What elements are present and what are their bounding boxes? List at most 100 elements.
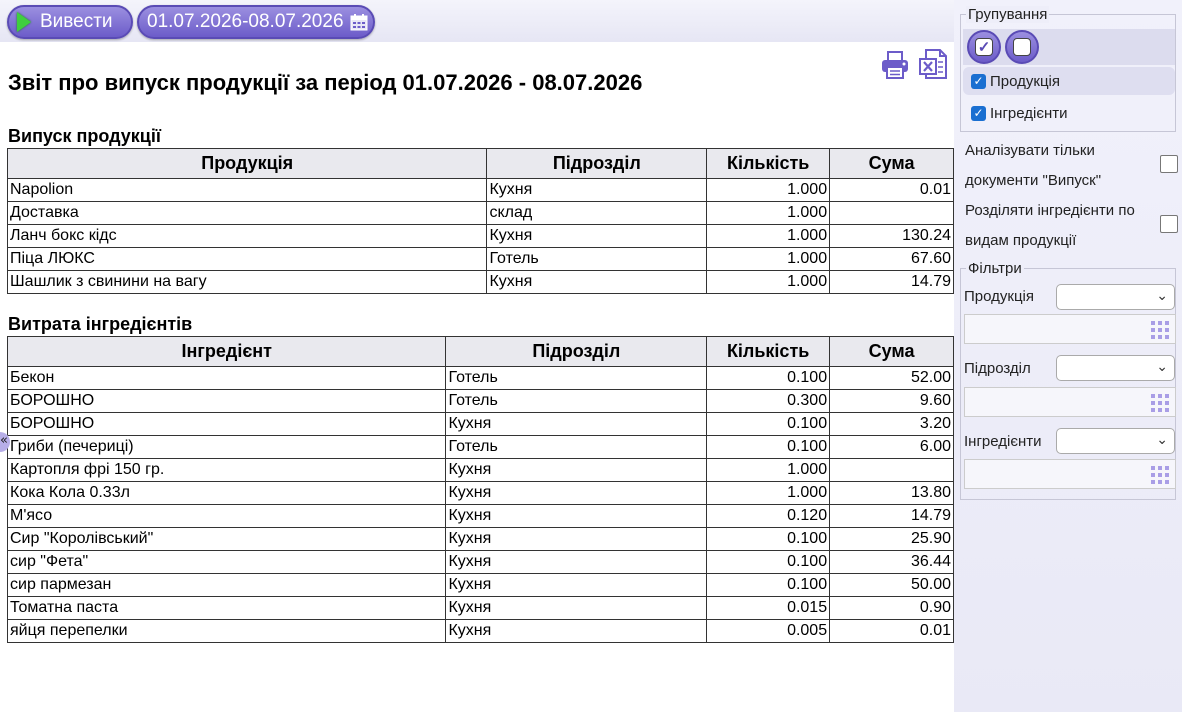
table-cell: 9.60 (829, 389, 954, 413)
product-filter-picker[interactable] (964, 314, 1176, 344)
table-cell: 0.300 (706, 389, 831, 413)
grouping-item-label: Інгредієнти (990, 104, 1068, 122)
table-cell: 25.90 (829, 527, 954, 551)
report-title: Звіт про випуск продукції за період 01.0… (8, 70, 643, 95)
table-row: Піца ЛЮКС Готель 1.000 67.60 (6, 247, 954, 271)
table-cell: БОРОШНО (6, 389, 447, 413)
table-cell: сир "Фета" (6, 550, 447, 574)
filter-department-label: Підрозділ (964, 360, 1031, 377)
table-cell: Кухня (445, 573, 708, 597)
grouping-item-ingredients[interactable]: ✓ Інгредієнти (963, 99, 1175, 127)
grid-icon[interactable] (1151, 394, 1169, 412)
run-button[interactable]: Вивести (7, 5, 133, 39)
product-filter-select[interactable]: ⌄ (1056, 284, 1175, 310)
chevron-down-icon: ⌄ (1156, 432, 1168, 448)
checkbox-checked-icon[interactable]: ✓ (971, 105, 986, 121)
table-row: яйця перепелки Кухня 0.005 0.01 (6, 619, 954, 643)
grouping-item-products[interactable]: ✓ Продукція (963, 67, 1175, 95)
table-row: Шашлик з свинини на вагу Кухня 1.000 14.79 (6, 270, 954, 294)
split-ingredients-label: Розділяти інгредієнти по видам продукції (965, 202, 1135, 249)
table-cell: 67.60 (829, 247, 954, 271)
table-cell: Сир "Королівський" (6, 527, 447, 551)
department-filter-select[interactable]: ⌄ (1056, 355, 1175, 381)
table-cell: 1.000 (706, 247, 831, 271)
table-cell: Кухня (486, 224, 708, 248)
table-cell: 14.79 (829, 504, 954, 528)
column-header: Підрозділ (445, 336, 708, 367)
department-filter-picker[interactable] (964, 387, 1176, 417)
print-icon[interactable] (880, 50, 910, 80)
grouping-item-label: Продукція (990, 72, 1060, 90)
ingredients-section-title: Витрата інгредієнтів (8, 314, 193, 334)
play-icon (17, 12, 31, 32)
table-cell: 0.01 (829, 178, 954, 202)
table-cell: Кухня (445, 596, 708, 620)
excel-export-icon[interactable] (918, 48, 950, 80)
ingredients-filter-picker[interactable] (964, 459, 1176, 489)
column-header: Підрозділ (486, 148, 708, 179)
output-section-title: Випуск продукції (8, 126, 161, 146)
table-cell: 0.90 (829, 596, 954, 620)
column-header: Кількість (706, 148, 831, 179)
table-row: БОРОШНО Готель 0.300 9.60 (6, 389, 954, 413)
filter-ingredients-label: Інгредієнти (964, 433, 1042, 450)
column-header: Інгредієнт (6, 336, 447, 367)
column-header: Сума (829, 148, 954, 179)
grid-icon[interactable] (1151, 466, 1169, 484)
table-cell (829, 201, 954, 225)
table-cell: 6.00 (829, 435, 954, 459)
output-table: Продукція Підрозділ Кількість Сума Napolion… (6, 148, 954, 294)
split-ingredients-checkbox[interactable] (1160, 215, 1178, 233)
grouping-group: Групування ✓ ✓ Продукція ✓ Інгредієнти (960, 6, 1176, 132)
table-cell: Готель (445, 366, 708, 390)
table-row: Сир "Королівський" Кухня 0.100 25.90 (6, 527, 954, 551)
table-cell: БОРОШНО (6, 412, 447, 436)
only-output-docs-checkbox[interactable] (1160, 155, 1178, 173)
grid-icon[interactable] (1151, 321, 1169, 339)
table-cell: Картопля фрі 150 гр. (6, 458, 447, 482)
table-cell: 0.100 (706, 412, 831, 436)
table-cell: Шашлик з свинини на вагу (6, 270, 488, 294)
checkbox-checked-icon[interactable]: ✓ (971, 73, 986, 89)
table-cell: М'ясо (6, 504, 447, 528)
table-row: Кока Кола 0.33л Кухня 1.000 13.80 (6, 481, 954, 505)
ingredients-filter-select[interactable]: ⌄ (1056, 428, 1175, 454)
table-row: БОРОШНО Кухня 0.100 3.20 (6, 412, 954, 436)
table-cell: 1.000 (706, 178, 831, 202)
ingredients-table: Інгредієнт Підрозділ Кількість Сума Бекон Го… (6, 336, 954, 643)
table-row: Napolion Кухня 1.000 0.01 (6, 178, 954, 202)
report-area: Звіт про випуск продукції за період 01.0… (0, 42, 954, 712)
run-button-label: Вивести (40, 11, 113, 32)
table-row: Доставка склад 1.000 (6, 201, 954, 225)
table-cell: 0.005 (706, 619, 831, 643)
table-row: Картопля фрі 150 гр. Кухня 1.000 (6, 458, 954, 482)
deselect-all-button[interactable] (1005, 30, 1039, 64)
empty-box-icon (1013, 38, 1031, 56)
table-cell: 0.015 (706, 596, 831, 620)
date-range-picker[interactable]: 01.07.2026-08.07.2026 (137, 5, 375, 39)
table-cell: 0.100 (706, 435, 831, 459)
calendar-icon (350, 13, 368, 31)
table-row: Бекон Готель 0.100 52.00 (6, 366, 954, 390)
table-cell: Кухня (486, 270, 708, 294)
table-cell: 0.100 (706, 550, 831, 574)
table-row: Томатна паста Кухня 0.015 0.90 (6, 596, 954, 620)
column-header: Сума (829, 336, 954, 367)
table-cell: 13.80 (829, 481, 954, 505)
table-cell: Кухня (445, 481, 708, 505)
table-cell: Кухня (445, 504, 708, 528)
table-cell: склад (486, 201, 708, 225)
filters-legend: Фільтри (966, 260, 1024, 277)
select-all-button[interactable]: ✓ (967, 30, 1001, 64)
table-cell (829, 458, 954, 482)
table-row: М'ясо Кухня 0.120 14.79 (6, 504, 954, 528)
table-cell: 0.100 (706, 573, 831, 597)
table-cell: 50.00 (829, 573, 954, 597)
table-cell: сир пармезан (6, 573, 447, 597)
table-row: сир "Фета" Кухня 0.100 36.44 (6, 550, 954, 574)
toolbar: Вивести 01.07.2026-08.07.2026 (0, 0, 954, 42)
table-cell: Ланч бокс кідс (6, 224, 488, 248)
table-cell: 1.000 (706, 481, 831, 505)
table-cell: 1.000 (706, 458, 831, 482)
filter-product-label: Продукція (964, 288, 1034, 305)
